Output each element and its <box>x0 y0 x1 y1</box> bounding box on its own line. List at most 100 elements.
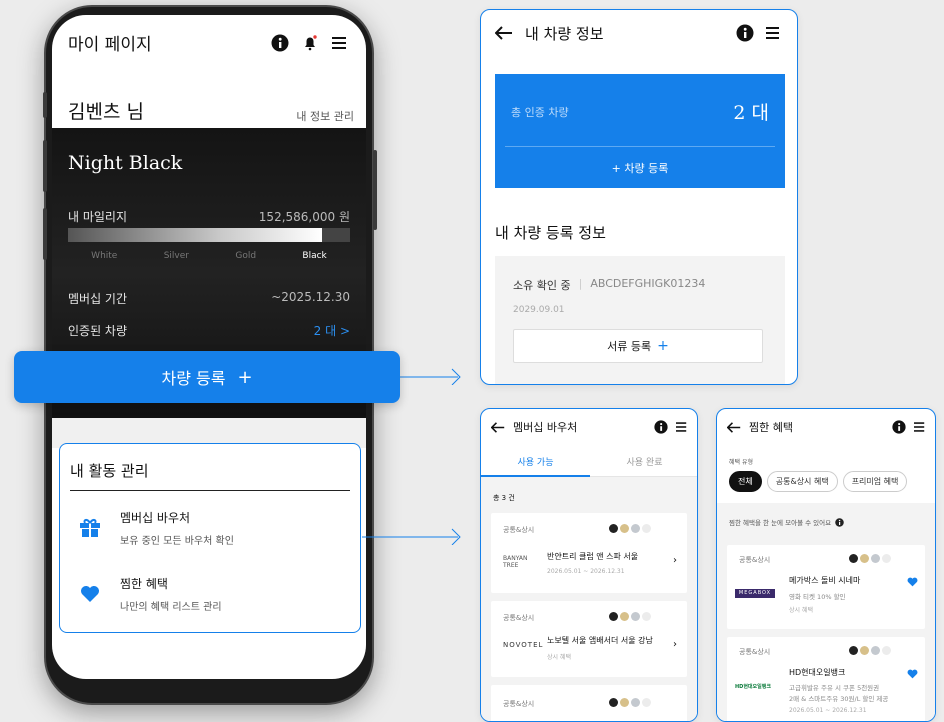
hint-text: 찜한 혜택을 한 눈에 모아볼 수 있어요 <box>729 519 832 527</box>
tab-used[interactable]: 사용 완료 <box>590 449 697 477</box>
hotel-logo: BANYAN TREE <box>503 555 528 569</box>
summary-divider <box>505 146 775 147</box>
chip-all[interactable]: 전체 <box>729 471 762 492</box>
membership-row: 멤버십 기간 ~2025.12.30 <box>68 290 350 307</box>
voucher-category: 공통&상시 <box>503 526 535 534</box>
mypage-screen: 마이 페이지 김벤츠 님 내 정보 관리 Night Black 내 마일리지 … <box>52 15 366 679</box>
user-name: 김벤츠 님 <box>68 101 144 123</box>
tier-dots <box>609 524 651 533</box>
voucher-header: 멤버십 바우처 <box>481 409 697 445</box>
menu-icon[interactable] <box>676 422 687 432</box>
info-icon[interactable] <box>270 33 290 53</box>
favorite-item[interactable]: 공통&상시 MEGABOX 메가박스 돌비 시네마 영화 티켓 10% 할인 상… <box>727 545 925 629</box>
vehicle-panel: 내 차량 정보 총 인증 차량 2 대 + 차량 등록 내 차량 등록 정보 소… <box>480 9 798 385</box>
connector-arrow <box>362 528 461 545</box>
gift-icon <box>60 518 120 538</box>
voucher-item[interactable]: 공통&상시 <box>491 685 687 721</box>
chip-premium[interactable]: 프리미엄 혜택 <box>842 471 908 492</box>
filter-chips: 전체 공통&상시 혜택 프리미엄 혜택 <box>729 471 908 492</box>
voucher-date: 상시 혜택 <box>547 654 571 661</box>
plus-icon: + <box>657 338 669 354</box>
activity-item-title: 찜한 혜택 <box>120 577 168 591</box>
favorite-category: 공통&상시 <box>739 556 771 564</box>
back-arrow-icon[interactable] <box>491 421 505 433</box>
favorites-header: 찜한 혜택 <box>717 409 935 445</box>
heart-icon[interactable] <box>907 669 918 679</box>
activity-divider <box>70 490 350 491</box>
activity-item-favorites[interactable]: 찜한 혜택 나만의 혜택 리스트 관리 <box>60 564 359 624</box>
register-car-link[interactable]: + 차량 등록 <box>495 160 785 176</box>
activity-item-voucher[interactable]: 멤버십 바우처 보유 중인 모든 바우처 확인 <box>60 498 359 558</box>
menu-icon[interactable] <box>330 33 350 53</box>
document-register-label: 서류 등록 <box>607 340 652 353</box>
user-row: 김벤츠 님 내 정보 관리 <box>68 97 354 124</box>
voucher-category: 공통&상시 <box>503 614 535 622</box>
activity-item-subtitle: 나만의 혜택 리스트 관리 <box>120 602 222 613</box>
mileage-label: 내 마일리지 <box>68 210 128 224</box>
register-car-label: 차량 등록 <box>161 369 226 388</box>
document-register-button[interactable]: 서류 등록 + <box>513 329 763 363</box>
voucher-category: 공통&상시 <box>503 700 535 708</box>
connector-arrow <box>400 368 461 385</box>
vehicle-title: 내 차량 정보 <box>525 24 604 43</box>
tab-available[interactable]: 사용 가능 <box>481 449 590 477</box>
favorite-name: 메가박스 돌비 시네마 <box>789 576 861 585</box>
vehicle-header: 내 차량 정보 <box>481 10 797 56</box>
phone-side-button <box>43 140 47 192</box>
bell-icon[interactable] <box>300 33 320 53</box>
cars-row[interactable]: 인증된 차량 2 대 > <box>68 322 350 339</box>
voucher-name: 반얀트리 클럽 앤 스파 서울 <box>547 552 639 561</box>
tier-dots <box>609 698 651 707</box>
hint-row: 찜한 혜택을 한 눈에 모아볼 수 있어요 <box>729 517 844 527</box>
heart-icon <box>60 585 120 603</box>
profile-link[interactable]: 내 정보 관리 <box>296 108 354 124</box>
back-arrow-icon[interactable] <box>727 421 741 433</box>
activity-item-title: 멤버십 바우처 <box>120 511 191 525</box>
heart-icon[interactable] <box>907 577 918 587</box>
filter-label: 혜택 유형 <box>729 459 753 466</box>
info-icon[interactable] <box>892 420 906 434</box>
cars-value[interactable]: 2 대 > <box>314 322 350 339</box>
total-value: 2 대 <box>733 102 769 124</box>
menu-icon[interactable] <box>914 422 925 432</box>
info-icon[interactable] <box>835 517 844 527</box>
cars-label: 인증된 차량 <box>68 324 128 338</box>
activity-title: 내 활동 관리 <box>70 462 149 480</box>
hotel-logo: NOVOTEL <box>503 641 544 649</box>
date-text: 2029.09.01 <box>513 305 565 315</box>
phone-side-button <box>373 150 377 230</box>
membership-label: 멤버십 기간 <box>68 292 128 306</box>
plus-icon: + <box>237 366 253 388</box>
voucher-item[interactable]: 공통&상시 BANYAN TREE 반얀트리 클럽 앤 스파 서울 2026.0… <box>491 513 687 593</box>
status-row: 소유 확인 중 | ABCDEFGHIGK01234 <box>513 277 706 292</box>
favorites-title: 찜한 혜택 <box>749 421 793 434</box>
favorite-desc: 2매 & 스마트주유 30원/L 할인 제공 <box>789 695 889 703</box>
mileage-bar-fill <box>68 228 322 242</box>
total-label: 총 인증 차량 <box>511 106 569 119</box>
voucher-item[interactable]: 공통&상시 NOVOTEL 노보텔 서울 앰배서더 서울 강남 상시 혜택 › <box>491 601 687 677</box>
page-title: 마이 페이지 <box>68 35 152 55</box>
voucher-date: 2026.05.01 ~ 2026.12.31 <box>547 568 625 575</box>
voucher-panel: 멤버십 바우처 사용 가능 사용 완료 총 3 건 공통&상시 BANYAN T… <box>480 408 698 722</box>
oil-logo: HD현대오일뱅크 <box>735 684 771 690</box>
mileage-bar <box>68 228 350 242</box>
register-car-button[interactable]: 차량 등록 + <box>14 351 400 403</box>
menu-icon[interactable] <box>763 23 783 43</box>
phone-side-button <box>43 92 47 118</box>
chip-common[interactable]: 공통&상시 혜택 <box>766 471 838 492</box>
vehicle-summary-card: 총 인증 차량 2 대 + 차량 등록 <box>495 74 785 188</box>
chevron-right-icon: › <box>673 555 677 566</box>
info-icon[interactable] <box>735 23 755 43</box>
favorite-desc: 상시 혜택 <box>789 607 813 614</box>
favorites-list: 찜한 혜택을 한 눈에 모아볼 수 있어요 공통&상시 MEGABOX 메가박스… <box>717 503 935 721</box>
tier-labels: White Silver Gold Black <box>68 251 350 261</box>
voucher-list: 총 3 건 공통&상시 BANYAN TREE 반얀트리 클럽 앤 스파 서울 … <box>481 477 697 721</box>
vehicle-info-card: 소유 확인 중 | ABCDEFGHIGK01234 2029.09.01 서류… <box>495 256 785 384</box>
back-arrow-icon[interactable] <box>495 26 513 40</box>
info-icon[interactable] <box>654 420 668 434</box>
favorite-item[interactable]: 공통&상시 HD현대오일뱅크 HD현대오일뱅크 고급휘발유 주유 시 쿠폰 5천… <box>727 637 925 721</box>
activity-item-subtitle: 보유 중인 모든 바우처 확인 <box>120 536 234 547</box>
favorite-date: 2026.05.01 ~ 2026.12.31 <box>789 707 867 714</box>
tier-dots <box>849 554 891 563</box>
vin-text: ABCDEFGHIGK01234 <box>590 277 706 290</box>
